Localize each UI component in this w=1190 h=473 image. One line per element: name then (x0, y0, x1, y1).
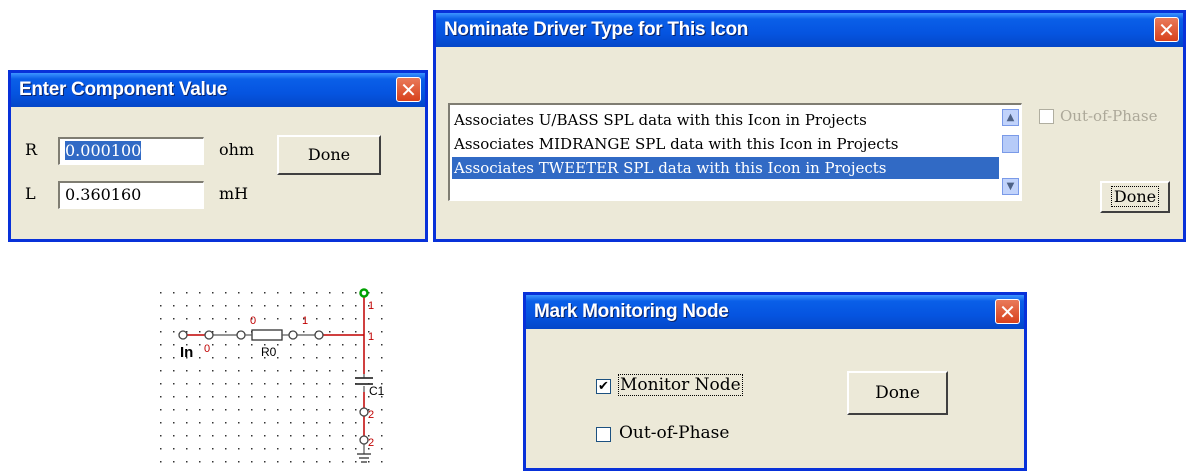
monitor-node-label: Monitor Node (618, 374, 743, 396)
scroll-thumb[interactable] (1002, 135, 1019, 153)
input-label: In (180, 344, 193, 361)
list-item[interactable]: Associates MIDRANGE SPL data with this I… (452, 133, 999, 155)
enter-component-value-dialog: Enter Component Value ✕ R 0.000100 ohm L… (8, 70, 428, 242)
r-unit-label: ohm (219, 140, 255, 159)
out-of-phase-checkbox[interactable] (596, 427, 611, 442)
capacitor-label: C1 (369, 384, 385, 398)
resistor-label: R0 (261, 345, 277, 359)
close-icon[interactable]: ✕ (396, 77, 421, 102)
grid-dots (160, 282, 390, 468)
node-mid-label: 1 (368, 331, 374, 343)
input-node-label: 0 (204, 343, 210, 355)
r-label: R (25, 140, 38, 159)
resistor-node-right-label: 1 (302, 315, 308, 327)
l-value-input[interactable]: 0.360160 (58, 181, 204, 209)
titlebar: Nominate Driver Type for This Icon ✕ (436, 13, 1183, 47)
list-item[interactable]: Associates U/BASS SPL data with this Ico… (452, 109, 999, 131)
driver-type-listbox[interactable]: Associates U/BASS SPL data with this Ico… (448, 103, 1022, 201)
titlebar: Mark Monitoring Node ✕ (526, 295, 1024, 329)
node-bottom-label: 2 (368, 437, 374, 449)
done-button[interactable]: Done (277, 135, 381, 175)
mark-monitoring-node-dialog: Mark Monitoring Node ✕ ✔ Monitor Node Ou… (523, 292, 1027, 471)
done-button[interactable]: Done (1100, 181, 1170, 213)
l-unit-label: mH (219, 184, 249, 203)
out-of-phase-label: Out-of-Phase (1060, 107, 1158, 125)
titlebar: Enter Component Value ✕ (11, 73, 425, 107)
circuit-schematic: In 0 R0 0 1 1 1 C1 2 2 (160, 282, 390, 468)
scroll-up-icon[interactable]: ▲ (1002, 109, 1019, 126)
out-of-phase-label: Out-of-Phase (619, 423, 730, 443)
scroll-down-icon[interactable]: ▼ (1002, 178, 1019, 195)
monitor-node-text: Monitor Node (618, 374, 743, 396)
done-label: Done (1110, 186, 1160, 207)
node-top-label: 1 (368, 300, 374, 312)
r-value-input[interactable]: 0.000100 (58, 137, 204, 165)
out-of-phase-checkbox[interactable] (1039, 109, 1054, 124)
close-icon[interactable]: ✕ (995, 299, 1020, 324)
close-icon[interactable]: ✕ (1154, 17, 1179, 42)
node-lower-label: 2 (368, 409, 374, 421)
input-terminal[interactable] (178, 330, 188, 340)
monitor-node-marker[interactable] (359, 288, 369, 298)
resistor-node-left-label: 0 (250, 315, 256, 327)
list-item-selected[interactable]: Associates TWEETER SPL data with this Ic… (452, 157, 999, 179)
nominate-driver-type-dialog: Nominate Driver Type for This Icon ✕ Ass… (433, 10, 1186, 242)
resistor-r0[interactable] (251, 329, 283, 341)
r-value-text: 0.000100 (65, 141, 142, 160)
monitor-node-checkbox[interactable]: ✔ (596, 379, 611, 394)
dialog-title: Enter Component Value (19, 79, 228, 100)
done-button[interactable]: Done (847, 371, 948, 415)
l-label: L (25, 184, 36, 203)
dialog-title: Nominate Driver Type for This Icon (444, 19, 749, 40)
dialog-title: Mark Monitoring Node (534, 301, 729, 322)
